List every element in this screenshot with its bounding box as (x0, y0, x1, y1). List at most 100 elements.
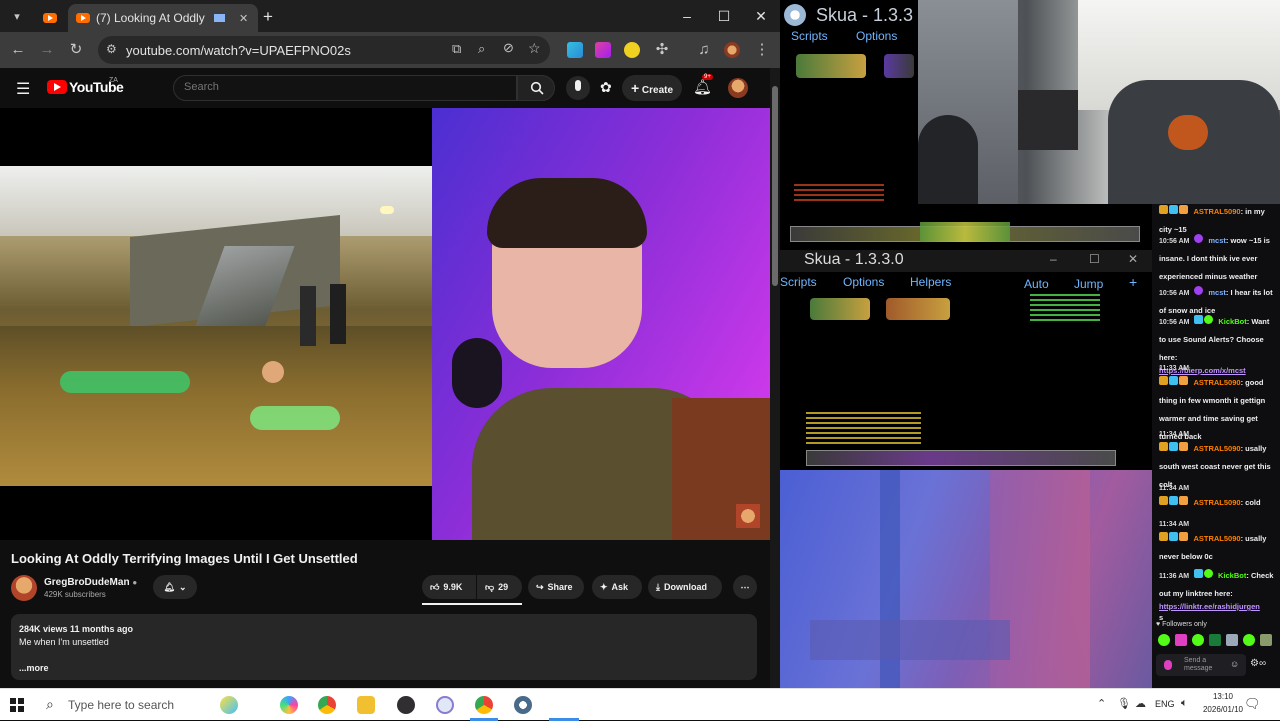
video-player[interactable] (0, 108, 770, 540)
subscribe-bell-button[interactable]: 🔔︎ ⌄ (153, 575, 197, 599)
emote-icon[interactable] (1260, 634, 1272, 646)
youtube-logo-icon[interactable] (47, 80, 67, 94)
tab-search-button[interactable]: ▾ (8, 8, 26, 26)
chat-username[interactable]: KickBot (1218, 571, 1246, 580)
skua-minimize-button[interactable]: – (1050, 252, 1057, 266)
chat-username[interactable]: ASTRAL5090 (1193, 207, 1240, 216)
chat-username[interactable]: mcst (1208, 288, 1226, 297)
close-button[interactable]: ✕ (751, 6, 771, 26)
taskbar-search-input[interactable]: Type here to search (68, 698, 174, 712)
extension-icon-2[interactable] (595, 42, 611, 58)
tab-close-icon[interactable]: ✕ (239, 12, 248, 25)
windows-start-icon[interactable] (10, 698, 24, 712)
game-quest-text (1030, 294, 1100, 324)
search-box[interactable] (173, 75, 517, 101)
skua-menu-auto[interactable]: Auto (1024, 277, 1049, 291)
ai-assistant-icon[interactable]: ✿ (600, 79, 612, 96)
chat-input[interactable]: Send a message ☺ (1156, 654, 1246, 676)
extension-icon-3[interactable] (624, 42, 640, 58)
show-more-link[interactable]: ...more (19, 663, 49, 673)
extensions-puzzle-icon[interactable]: ✣ (652, 40, 672, 60)
emote-icon[interactable] (1158, 634, 1170, 646)
emote-icon[interactable] (1226, 634, 1238, 646)
account-avatar[interactable] (728, 78, 748, 98)
skua-add-button[interactable]: + (1129, 274, 1137, 290)
chat-username[interactable]: KickBot (1218, 317, 1246, 326)
volume-icon[interactable]: 🔈︎ (1181, 697, 1188, 710)
tray-overflow-icon[interactable]: ⌃ (1097, 697, 1106, 710)
obs-icon[interactable] (397, 696, 415, 714)
chat-username[interactable]: ASTRAL5090 (1193, 534, 1240, 543)
search-button[interactable] (517, 75, 555, 101)
skua-maximize-button[interactable]: ☐ (1089, 252, 1100, 266)
create-button[interactable]: + Create (622, 75, 682, 101)
chat-username[interactable]: ASTRAL5090 (1193, 498, 1240, 507)
chrome-icon[interactable] (318, 696, 336, 714)
install-app-icon[interactable]: ⧉ (452, 41, 461, 57)
extension-icon-1[interactable] (567, 42, 583, 58)
browser-menu-icon[interactable]: ⋮ (752, 40, 772, 60)
reload-icon[interactable]: ↻ (66, 40, 86, 60)
page-scrollbar[interactable] (770, 68, 780, 688)
clock-date[interactable]: 2026/01/10 (1198, 705, 1248, 714)
search-input[interactable] (184, 81, 504, 93)
skua-menu-options[interactable]: Options (843, 275, 884, 289)
back-arrow-icon[interactable]: ← (8, 40, 28, 60)
language-indicator[interactable]: ENG (1155, 699, 1175, 709)
skua-menu-scripts[interactable]: Scripts (791, 29, 828, 43)
address-bar[interactable]: ⚙ youtube.com/watch?v=UPAEFPNO02s ⧉ ⌕ ⊘ … (98, 36, 550, 64)
chat-settings-icon[interactable]: ⚙∞ (1250, 658, 1266, 669)
skua-menu-scripts[interactable]: Scripts (780, 275, 817, 289)
emoji-icon[interactable]: ☺ (1230, 659, 1239, 669)
eye-off-icon[interactable]: ⊘ (503, 40, 514, 56)
new-tab-button[interactable]: + (263, 7, 273, 27)
zoom-icon[interactable]: ⌕ (478, 41, 485, 57)
share-button[interactable]: ↪ Share (528, 575, 584, 599)
profile-avatar[interactable] (724, 42, 740, 58)
voice-search-button[interactable] (566, 76, 590, 100)
copilot-icon[interactable] (280, 696, 298, 714)
emote-icon[interactable] (1209, 634, 1221, 646)
minimize-button[interactable]: – (677, 6, 697, 26)
channel-name[interactable]: GregBroDudeMan ● (44, 577, 137, 588)
emote-icon[interactable] (1175, 634, 1187, 646)
notifications-bell-icon[interactable]: 🔔︎ (693, 78, 712, 96)
skua-app-icon[interactable] (514, 696, 532, 714)
chat-username[interactable]: ASTRAL5090 (1193, 378, 1240, 387)
media-control-icon[interactable]: ♫ (694, 40, 714, 60)
microphone-tray-icon[interactable]: 🎙︎ (1117, 697, 1131, 710)
skua-close-button[interactable]: ✕ (1128, 252, 1138, 266)
site-info-icon[interactable]: ⚙ (106, 42, 117, 56)
forward-arrow-icon[interactable]: → (37, 40, 57, 60)
clock-time[interactable]: 13:10 (1198, 692, 1248, 701)
emote-icon[interactable] (1243, 634, 1255, 646)
notification-center-icon[interactable]: 🗨︎ (1244, 696, 1261, 712)
bookmark-star-icon[interactable]: ☆ (528, 40, 541, 57)
snipping-tool-icon[interactable] (436, 696, 454, 714)
skua-menu-helpers[interactable]: Helpers (910, 275, 951, 289)
like-button[interactable]: 👍︎ 9.9K (422, 575, 476, 599)
description-box[interactable]: 284K views 11 months ago Me when I'm uns… (11, 614, 757, 680)
tab-active[interactable]: (7) Looking At Oddly Terrifyin ✕ (68, 4, 258, 32)
channel-avatar[interactable] (11, 575, 37, 601)
tab-inactive[interactable] (34, 4, 66, 32)
widgets-icon[interactable] (220, 696, 238, 714)
download-button[interactable]: ⤓ Download (648, 575, 722, 599)
more-actions-button[interactable]: ⋯ (733, 575, 757, 599)
skua-menu-jump[interactable]: Jump (1074, 277, 1103, 291)
dislike-button[interactable]: 👎︎ 29 (477, 575, 522, 599)
taskbar-search-icon[interactable]: ⌕ (46, 696, 54, 713)
scroll-thumb[interactable] (772, 86, 778, 286)
file-explorer-icon[interactable] (357, 696, 375, 714)
emote-icon[interactable] (1192, 634, 1204, 646)
chat-username[interactable]: ASTRAL5090 (1193, 444, 1240, 453)
maximize-button[interactable]: ☐ (714, 6, 734, 26)
chrome-active-icon[interactable] (475, 696, 493, 714)
network-icon[interactable]: ☁ (1135, 697, 1146, 710)
ask-button[interactable]: ✦ Ask (592, 575, 642, 599)
channel-watermark[interactable] (736, 504, 760, 528)
hamburger-menu-icon[interactable]: ☰ (16, 79, 30, 99)
chat-username[interactable]: mcst (1208, 236, 1226, 245)
chat-link[interactable]: https://linktr.ee/rashidjurgen (1159, 601, 1277, 612)
skua-menu-options[interactable]: Options (856, 29, 897, 43)
